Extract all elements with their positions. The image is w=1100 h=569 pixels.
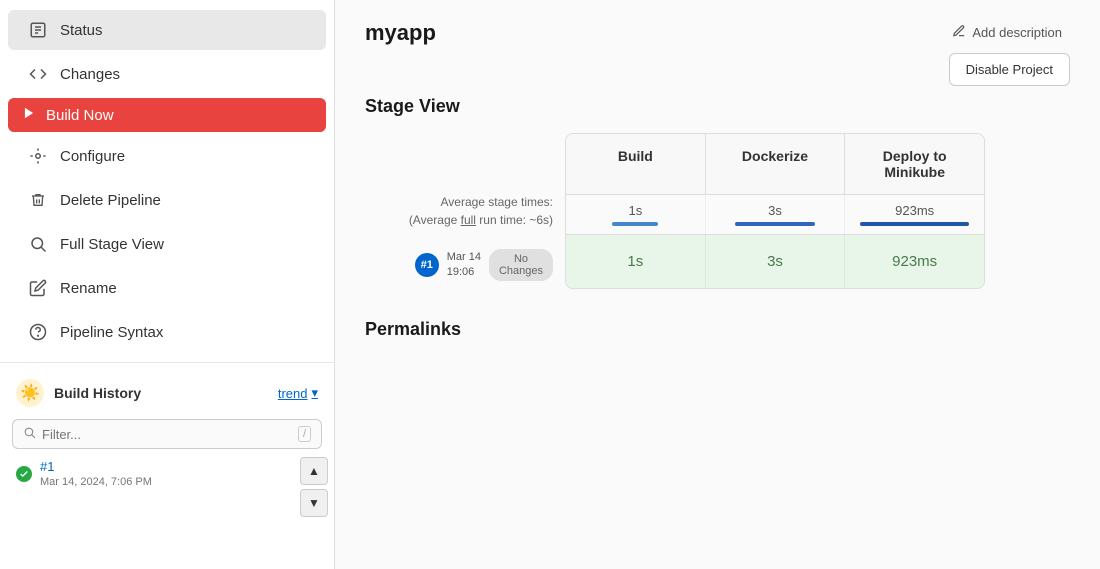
build-run: #1 Mar 14 19:06 NoChanges <box>415 249 553 281</box>
status-icon <box>28 20 48 40</box>
permalinks-title: Permalinks <box>365 319 1070 340</box>
build-now-icon <box>22 106 36 124</box>
add-description-button[interactable]: Add description <box>944 20 1070 45</box>
help-icon <box>28 322 48 342</box>
sidebar-item-delete-pipeline[interactable]: Delete Pipeline <box>8 180 326 220</box>
sidebar-item-rename[interactable]: Rename <box>8 268 326 308</box>
build-history-title: Build History <box>54 385 268 401</box>
sidebar-item-rename-label: Rename <box>60 280 117 297</box>
sidebar-item-changes[interactable]: Changes <box>8 54 326 94</box>
no-changes-pill: NoChanges <box>489 249 553 281</box>
stage-view-container: Average stage times: (Average full run t… <box>365 133 1070 289</box>
stage-col-dockerize: Dockerize <box>706 134 846 194</box>
stage-avg-build: 1s <box>566 195 706 234</box>
build-history-section: ☀️ Build History trend ▾ / <box>0 362 334 521</box>
deploy-progress-bar <box>860 222 969 226</box>
build-history-header: ☀️ Build History trend ▾ <box>0 371 334 415</box>
stage-data-deploy[interactable]: 923ms <box>845 235 984 288</box>
weather-icon: ☀️ <box>16 379 44 407</box>
filter-row: / <box>12 419 322 449</box>
stage-left-info: Average stage times: (Average full run t… <box>365 133 565 281</box>
list-item[interactable]: #1 Mar 14, 2024, 7:06 PM <box>0 453 294 494</box>
stage-col-build: Build <box>566 134 706 194</box>
dockerize-progress-bar <box>735 222 815 226</box>
filter-input[interactable] <box>42 427 298 442</box>
stage-data-dockerize[interactable]: 3s <box>706 235 846 288</box>
stage-view-section: Stage View Average stage times: (Average… <box>365 96 1070 289</box>
sidebar-item-full-stage-label: Full Stage View <box>60 236 164 253</box>
build-now-button[interactable]: Build Now <box>8 98 326 132</box>
main-content: myapp Add description Disable Project St… <box>335 0 1100 569</box>
avg-label-line1: Average stage times: <box>409 193 553 211</box>
scroll-down-button[interactable]: ▼ <box>300 489 328 517</box>
sidebar-item-full-stage-view[interactable]: Full Stage View <box>8 224 326 264</box>
add-description-label: Add description <box>972 25 1062 40</box>
build-now-label: Build Now <box>46 107 114 124</box>
sidebar-item-status-label: Status <box>60 22 103 39</box>
sidebar: Status Changes Build Now Configure <box>0 0 335 569</box>
filter-shortcut: / <box>298 426 311 442</box>
changes-icon <box>28 64 48 84</box>
stage-avg-row: 1s 3s 923ms <box>566 195 984 235</box>
build-list-and-scroll: #1 Mar 14, 2024, 7:06 PM ▲ ▼ <box>0 453 334 521</box>
sidebar-item-configure[interactable]: Configure <box>8 136 326 176</box>
delete-icon <box>28 190 48 210</box>
stage-avg-deploy: 923ms <box>845 195 984 234</box>
build-progress-bar <box>612 222 658 226</box>
stage-header-row: Build Dockerize Deploy to Minikube <box>566 134 984 195</box>
build-list: #1 Mar 14, 2024, 7:06 PM <box>0 453 294 494</box>
sidebar-item-delete-label: Delete Pipeline <box>60 192 161 209</box>
build-success-icon <box>16 466 32 482</box>
sidebar-item-pipeline-syntax-label: Pipeline Syntax <box>60 324 163 341</box>
avg-label-line2: (Average full run time: ~6s) <box>409 211 553 229</box>
rename-icon <box>28 278 48 298</box>
trend-link[interactable]: trend ▾ <box>278 385 318 401</box>
avg-label: Average stage times: (Average full run t… <box>409 193 553 229</box>
top-actions: Add description Disable Project <box>944 20 1070 86</box>
build-avg-time: 1s <box>628 203 642 218</box>
configure-icon <box>28 146 48 166</box>
build-info: #1 Mar 14, 2024, 7:06 PM <box>40 459 152 488</box>
build-run-time: 19:06 <box>447 265 481 280</box>
sidebar-item-changes-label: Changes <box>60 66 120 83</box>
trend-label: trend <box>278 386 308 401</box>
sidebar-item-status[interactable]: Status <box>8 10 326 50</box>
build-date: Mar 14, 2024, 7:06 PM <box>40 476 152 488</box>
build-link[interactable]: #1 <box>40 459 152 474</box>
deploy-avg-time: 923ms <box>895 203 934 218</box>
stage-data-build[interactable]: 1s <box>566 235 706 288</box>
filter-search-icon <box>23 426 36 442</box>
dockerize-avg-time: 3s <box>768 203 782 218</box>
stage-table: Build Dockerize Deploy to Minikube 1s 3s <box>565 133 985 289</box>
scroll-controls: ▲ ▼ <box>294 453 334 521</box>
stage-data-row: 1s 3s 923ms <box>566 235 984 288</box>
build-badge: #1 <box>415 253 439 277</box>
build-run-date: Mar 14 <box>447 250 481 265</box>
stage-avg-dockerize: 3s <box>706 195 846 234</box>
permalinks-section: Permalinks <box>365 319 1070 340</box>
build-run-info: Mar 14 19:06 <box>447 250 481 281</box>
stage-col-deploy: Deploy to Minikube <box>845 134 984 194</box>
sidebar-item-pipeline-syntax[interactable]: Pipeline Syntax <box>8 312 326 352</box>
search-icon <box>28 234 48 254</box>
chevron-down-icon: ▾ <box>311 385 318 401</box>
scroll-up-button[interactable]: ▲ <box>300 457 328 485</box>
sidebar-item-configure-label: Configure <box>60 148 125 165</box>
disable-project-button[interactable]: Disable Project <box>949 53 1070 86</box>
pencil-icon <box>952 24 966 41</box>
stage-view-title: Stage View <box>365 96 1070 117</box>
